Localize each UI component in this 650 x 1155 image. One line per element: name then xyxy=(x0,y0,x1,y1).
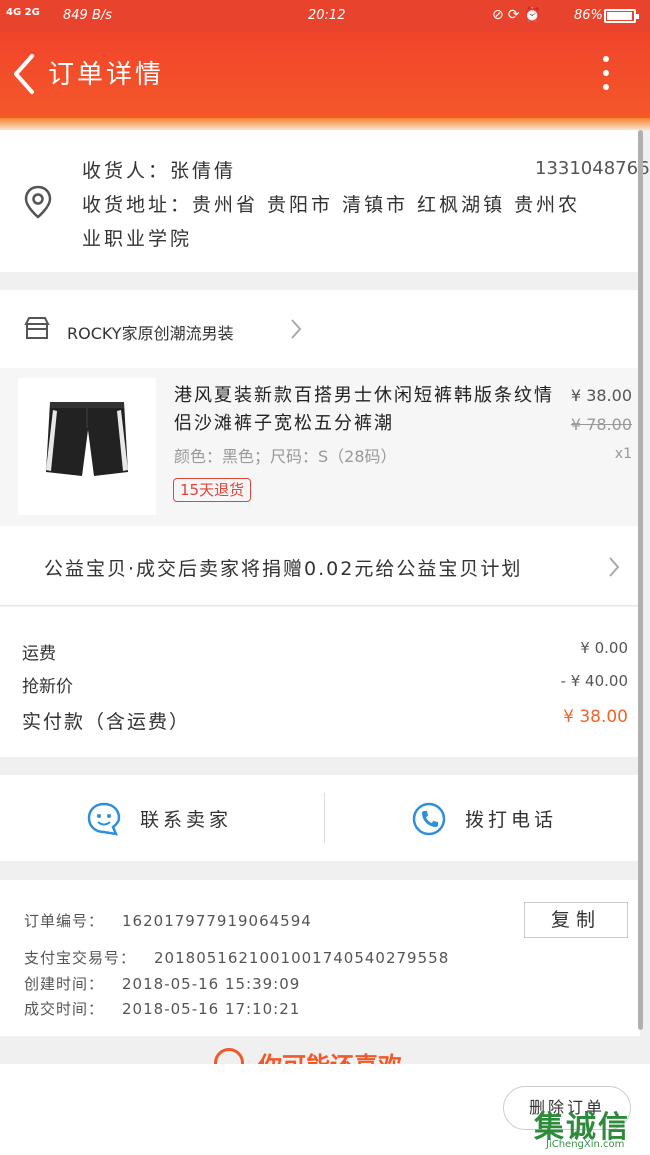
header-gradient-strip xyxy=(0,118,650,130)
charity-row[interactable]: 公益宝贝·成交后卖家将捐赠0.02元给公益宝贝计划 xyxy=(0,526,640,606)
battery-icon xyxy=(604,9,639,23)
discount-label: 抢新价 xyxy=(22,677,73,697)
discount-value: - ¥ 40.00 xyxy=(560,672,628,690)
total-row: 实付款（含运费） ¥ 38.00 xyxy=(22,707,630,734)
total-value: ¥ 38.00 xyxy=(563,707,628,727)
contact-seller-label: 联系卖家 xyxy=(140,809,233,831)
store-icon xyxy=(24,316,50,344)
call-label: 拨打电话 xyxy=(465,809,558,831)
shipping-fee-label: 运费 xyxy=(22,644,56,664)
product-original-price: ¥ 78.00 xyxy=(570,415,632,434)
alipay-number: 2018051621001001740540279558 xyxy=(154,949,450,967)
created-time-row: 创建时间： 2018-05-16 15:39:09 xyxy=(24,973,300,994)
order-number-label: 订单编号： xyxy=(24,912,105,930)
shipping-fee-row: 运费 ¥ 0.00 xyxy=(22,639,630,664)
receiver-name: 收货人：张倩倩 xyxy=(82,160,237,182)
alarm-icon: ⏰ xyxy=(523,7,545,23)
alipay-label: 支付宝交易号： xyxy=(24,949,137,967)
clock: 20:12 xyxy=(308,8,346,23)
order-number: 1620179779190645​94 xyxy=(122,912,312,930)
contact-bar: 联系卖家 拨打电话 xyxy=(0,775,640,861)
rotation-lock-icon: ⟳ xyxy=(507,7,524,23)
closed-time-row: 成交时间： 2018-05-16 17:10:21 xyxy=(24,998,300,1019)
discount-row: 抢新价 - ¥ 40.00 xyxy=(22,672,630,697)
chevron-left-icon xyxy=(14,54,34,94)
total-label: 实付款（含运费） xyxy=(22,711,191,733)
product-quantity: x1 xyxy=(614,446,632,462)
app-header: 订单详情 xyxy=(0,32,650,118)
call-button[interactable]: 拨打电话 xyxy=(325,775,640,861)
charity-text: 公益宝贝·成交后卖家将捐赠0.02元给公益宝贝计划 xyxy=(44,558,523,580)
shipping-address-card: 收货人：张倩倩 13310487660 收货地址：贵州省 贵阳市 清镇市 红枫湖… xyxy=(0,130,650,272)
created-time-label: 创建时间： xyxy=(24,975,105,993)
product-spec: 颜色：黑色；尺码：S（28码） xyxy=(174,447,397,466)
product-price: ¥ 38.00 xyxy=(570,386,632,405)
chat-bubble-icon xyxy=(86,801,122,841)
recommendation-title: 你可能还喜欢 xyxy=(258,1052,402,1066)
status-bar: 4G 2G 849 B/s 20:12 ⊘⟳⏰ 86% xyxy=(0,0,650,32)
product-title: 港风夏装新款百搭男士休闲短裤韩版条纹情侣沙滩裤子宽松五分裤潮 xyxy=(174,385,554,434)
signal-indicator: 4G 2G xyxy=(6,7,40,18)
shop-row[interactable]: ROCKY家原创潮流男装 xyxy=(0,290,640,368)
location-pin-icon xyxy=(24,185,52,223)
shipping-fee-value: ¥ 0.00 xyxy=(580,639,628,657)
phone-icon xyxy=(411,801,447,841)
closed-time-label: 成交时间： xyxy=(24,1000,105,1018)
product-item[interactable]: 港风夏装新款百搭男士休闲短裤韩版条纹情侣沙滩裤子宽松五分裤潮 颜色：黑色；尺码：… xyxy=(0,368,640,526)
shop-name: ROCKY家原创潮流男装 xyxy=(67,324,234,343)
closed-time: 2018-05-16 17:10:21 xyxy=(122,1000,301,1018)
address-line-2: 业职业学院 xyxy=(82,228,193,250)
order-number-row: 订单编号： 1620179779190645​94 xyxy=(24,910,312,931)
back-button[interactable] xyxy=(12,52,36,100)
watermark-logo: 集诚信 JiChengXin.com xyxy=(534,1102,650,1155)
copy-button[interactable]: 复制 xyxy=(524,902,628,938)
recommendation-header: 你可能还喜欢 xyxy=(0,1036,640,1066)
battery-percent: 86% xyxy=(574,8,603,23)
more-menu-button[interactable] xyxy=(598,56,614,98)
product-thumbnail xyxy=(18,378,156,515)
address-line-1: 收货地址：贵州省 贵阳市 清镇市 红枫湖镇 贵州农 xyxy=(82,194,581,216)
contact-seller-button[interactable]: 联系卖家 xyxy=(0,775,324,861)
network-speed: 849 B/s xyxy=(63,8,113,23)
scrollbar[interactable] xyxy=(637,130,645,1030)
alipay-row: 支付宝交易号： 2018051621001001740540279558 xyxy=(24,947,449,968)
chevron-right-icon xyxy=(608,556,620,582)
fee-summary: 运费 ¥ 0.00 抢新价 - ¥ 40.00 实付款（含运费） ¥ 38.00 xyxy=(0,607,640,757)
order-info: 订单编号： 1620179779190645​94 复制 支付宝交易号： 20180… xyxy=(0,880,640,1036)
watermark-url: JiChengXin.com xyxy=(546,1139,625,1150)
page-title: 订单详情 xyxy=(48,60,165,90)
vibrate-icon: ⊘ xyxy=(492,7,508,23)
chevron-right-icon xyxy=(290,318,302,344)
status-icons: ⊘⟳⏰ xyxy=(492,7,545,23)
created-time: 2018-05-16 15:39:09 xyxy=(122,975,301,993)
more-vertical-icon xyxy=(598,56,614,90)
return-policy-badge: 15天退货 xyxy=(173,478,252,502)
receiver-phone: 13310487660 xyxy=(535,158,650,179)
